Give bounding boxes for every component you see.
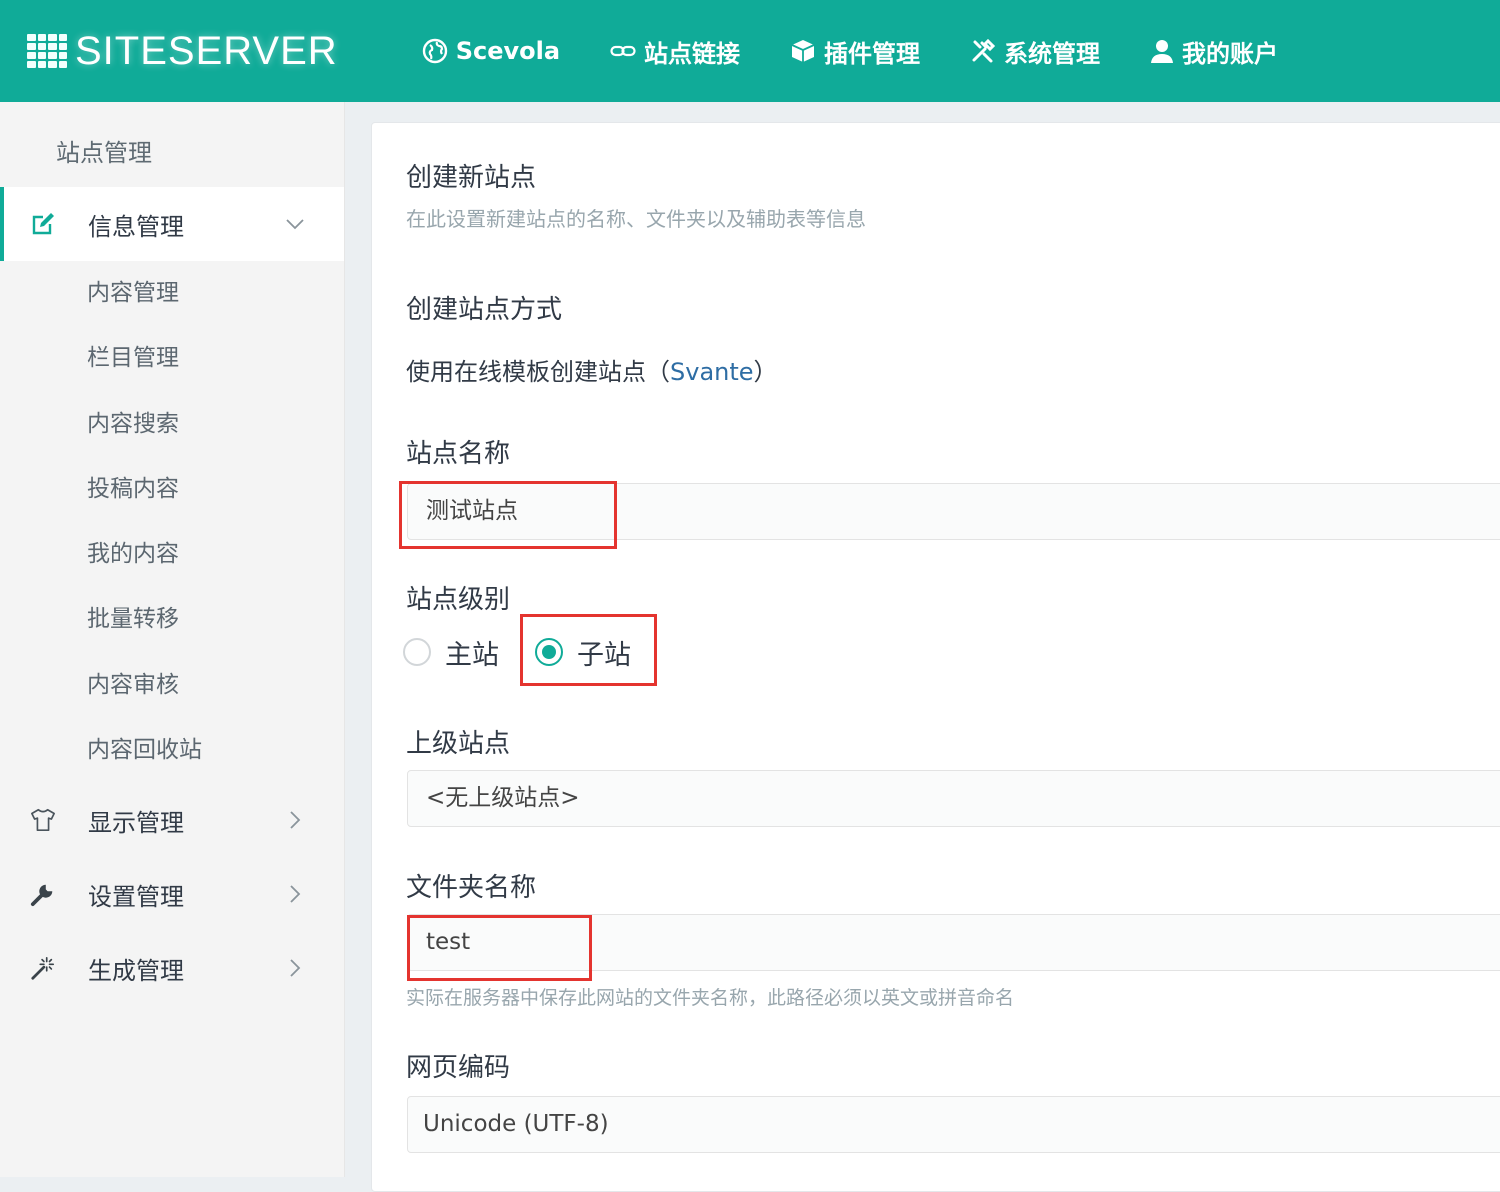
sidebar-subitem[interactable]: 内容回收站 — [0, 718, 344, 783]
site-level-label: 站点级别 — [406, 585, 511, 615]
sidebar-item-label: 显示管理 — [88, 808, 184, 837]
creation-method-label: 创建站点方式 — [406, 295, 563, 325]
sidebar-item-label: 生成管理 — [88, 956, 184, 985]
top-navbar: SITESERVER Scevola 站点链接 插件管理 系统管理 我的账户 — [0, 0, 1500, 102]
topnav-item-plugins[interactable]: 插件管理 — [790, 34, 920, 69]
radio-label: 子站 — [577, 639, 631, 671]
radio-sub-site[interactable]: 子站 — [535, 633, 631, 672]
create-site-card: 创建新站点 在此设置新建站点的名称、文件夹以及辅助表等信息 创建站点方式 使用在… — [371, 122, 1500, 1192]
creation-method-prefix: 使用在线模板创建站点（ — [406, 358, 670, 386]
folder-name-hint: 实际在服务器中保存此网站的文件夹名称，此路径必须以英文或拼音命名 — [406, 987, 1015, 1009]
topnav-label: 站点链接 — [644, 39, 741, 68]
globe-icon — [422, 38, 448, 64]
sidebar-subitem[interactable]: 我的内容 — [0, 522, 344, 587]
sidebar-subitem[interactable]: 内容管理 — [0, 261, 344, 326]
sidebar-item-generate-management[interactable]: 生成管理 — [0, 931, 344, 1005]
radio-label: 主站 — [445, 639, 499, 671]
chevron-right-icon — [285, 958, 305, 978]
topnav-label: 插件管理 — [824, 39, 921, 68]
creation-method-text: 使用在线模板创建站点（Svante） — [406, 352, 778, 387]
topnav-label: 系统管理 — [1004, 39, 1101, 68]
sidebar-item-info-management[interactable]: 信息管理 — [0, 187, 344, 261]
topnav-label: Scevola — [455, 37, 561, 65]
charset-label: 网页编码 — [406, 1053, 511, 1083]
link-icon — [610, 42, 636, 60]
logo[interactable]: SITESERVER — [27, 0, 338, 102]
radio-button-unchecked[interactable] — [403, 638, 431, 666]
tshirt-icon — [30, 807, 56, 833]
topnav-item-links[interactable]: 站点链接 — [610, 34, 740, 69]
creation-method-suffix: ） — [753, 358, 778, 386]
charset-select[interactable]: Unicode (UTF-8) — [407, 1096, 1500, 1153]
brand-name: SITESERVER — [75, 28, 338, 73]
radio-button-checked[interactable] — [535, 638, 563, 666]
sidebar-subitem[interactable]: 批量转移 — [0, 587, 344, 652]
sidebar-title: 站点管理 — [56, 139, 152, 167]
topnav-item-system[interactable]: 系统管理 — [970, 34, 1100, 69]
chevron-right-icon — [285, 810, 305, 830]
sidebar: 站点管理 信息管理 内容管理 栏目管理 内容搜索 投稿内容 我的内容 批量转移 … — [0, 102, 345, 1177]
folder-name-input[interactable]: test — [407, 914, 1500, 971]
sidebar-subitem[interactable]: 内容搜索 — [0, 392, 344, 457]
cube-icon — [790, 38, 816, 64]
sidebar-item-settings-management[interactable]: 设置管理 — [0, 857, 344, 931]
logo-grid-icon — [27, 34, 67, 68]
page-description: 在此设置新建站点的名称、文件夹以及辅助表等信息 — [406, 207, 866, 231]
magic-wand-icon — [30, 955, 56, 981]
edit-icon — [30, 211, 56, 237]
parent-site-label: 上级站点 — [406, 729, 511, 759]
user-icon — [1150, 38, 1174, 64]
topnav-item-account[interactable]: 我的账户 — [1150, 34, 1278, 69]
sidebar-item-display-management[interactable]: 显示管理 — [0, 783, 344, 857]
top-nav: Scevola 站点链接 插件管理 系统管理 我的账户 — [422, 34, 1328, 69]
chevron-right-icon — [285, 884, 305, 904]
topnav-label: 我的账户 — [1182, 39, 1279, 68]
chevron-down-icon — [285, 214, 305, 234]
page-title: 创建新站点 — [406, 163, 537, 193]
topnav-item-site[interactable]: Scevola — [422, 37, 560, 65]
site-name-input[interactable]: 测试站点 — [407, 483, 1500, 540]
site-level-radio-group: 主站 子站 — [403, 630, 631, 674]
sidebar-item-label: 设置管理 — [88, 882, 184, 911]
sidebar-subitem[interactable]: 栏目管理 — [0, 326, 344, 391]
parent-site-select[interactable]: <无上级站点> — [407, 770, 1500, 827]
sidebar-subitem[interactable]: 内容审核 — [0, 653, 344, 718]
tools-icon — [970, 38, 996, 64]
template-link[interactable]: Svante — [670, 358, 754, 386]
sidebar-submenu: 内容管理 栏目管理 内容搜索 投稿内容 我的内容 批量转移 内容审核 内容回收站 — [0, 261, 344, 783]
site-name-label: 站点名称 — [406, 439, 511, 469]
sidebar-subitem[interactable]: 投稿内容 — [0, 457, 344, 522]
radio-main-site[interactable]: 主站 — [403, 633, 499, 672]
folder-name-label: 文件夹名称 — [406, 873, 537, 903]
sidebar-item-label: 信息管理 — [88, 212, 184, 241]
wrench-icon — [30, 881, 56, 907]
